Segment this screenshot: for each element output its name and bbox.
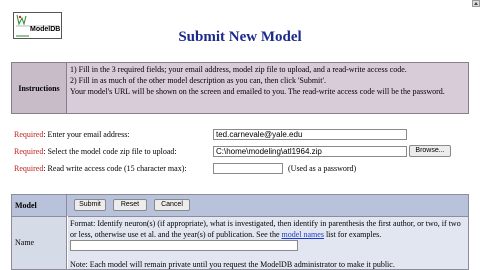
access-code-field[interactable] [213,163,283,174]
page-title: Submit New Model [178,29,302,45]
instructions-line-1: 1) Fill in the 3 required fields; your e… [70,65,407,74]
email-field[interactable]: ted.carnevale@yale.edu [213,129,407,140]
password-note: (Used as a password) [288,164,357,173]
required-marker: Required [14,164,44,173]
access-code-row: Required: Read write access code (15 cha… [14,164,187,173]
scroll-up-arrow-icon[interactable] [472,0,480,7]
format-text-after: list for examples. [325,229,382,239]
zip-file-field[interactable]: C:\home\modeling\atl1964.zip [213,146,407,157]
zip-label: : Select the model code zip file to uplo… [43,147,177,156]
cancel-button[interactable]: Cancel [154,199,190,211]
instructions-label: Instructions [12,63,67,113]
required-marker: Required [14,130,44,139]
reset-button[interactable]: Reset [113,199,147,211]
instructions-box: Instructions 1) Fill in the 3 required f… [11,62,469,114]
browse-button[interactable]: Browse... [409,145,451,157]
model-header-row: Model Submit Reset Cancel [12,195,468,216]
model-name-field[interactable] [70,240,298,251]
model-names-link[interactable]: model names [282,230,324,239]
model-table: Model Submit Reset Cancel Name Format: I… [11,194,469,270]
submit-button[interactable]: Submit [74,199,106,211]
email-label: : Enter your email address: [43,130,130,139]
instructions-line-2: 2) Fill in as much of the other model de… [70,75,326,85]
top-strip [0,0,480,11]
privacy-note: Note: Each model will remain private unt… [70,260,395,269]
model-label: Model [12,195,67,216]
access-code-label: : Read write access code (15 character m… [43,164,187,173]
name-content: Format: Identify neuron(s) (if appropria… [68,216,468,269]
zip-row: Required: Select the model code zip file… [14,147,177,156]
name-label: Name [12,216,67,269]
instructions-line-3: Your model's URL will be shown on the sc… [70,86,445,96]
instructions-text: 1) Fill in the 3 required fields; your e… [70,65,466,97]
format-text-before: Format: Identify neuron(s) (if appropria… [70,219,461,239]
email-row: Required: Enter your email address: [14,130,130,139]
name-format-help: Format: Identify neuron(s) (if appropria… [70,219,466,240]
required-marker: Required [14,147,44,156]
